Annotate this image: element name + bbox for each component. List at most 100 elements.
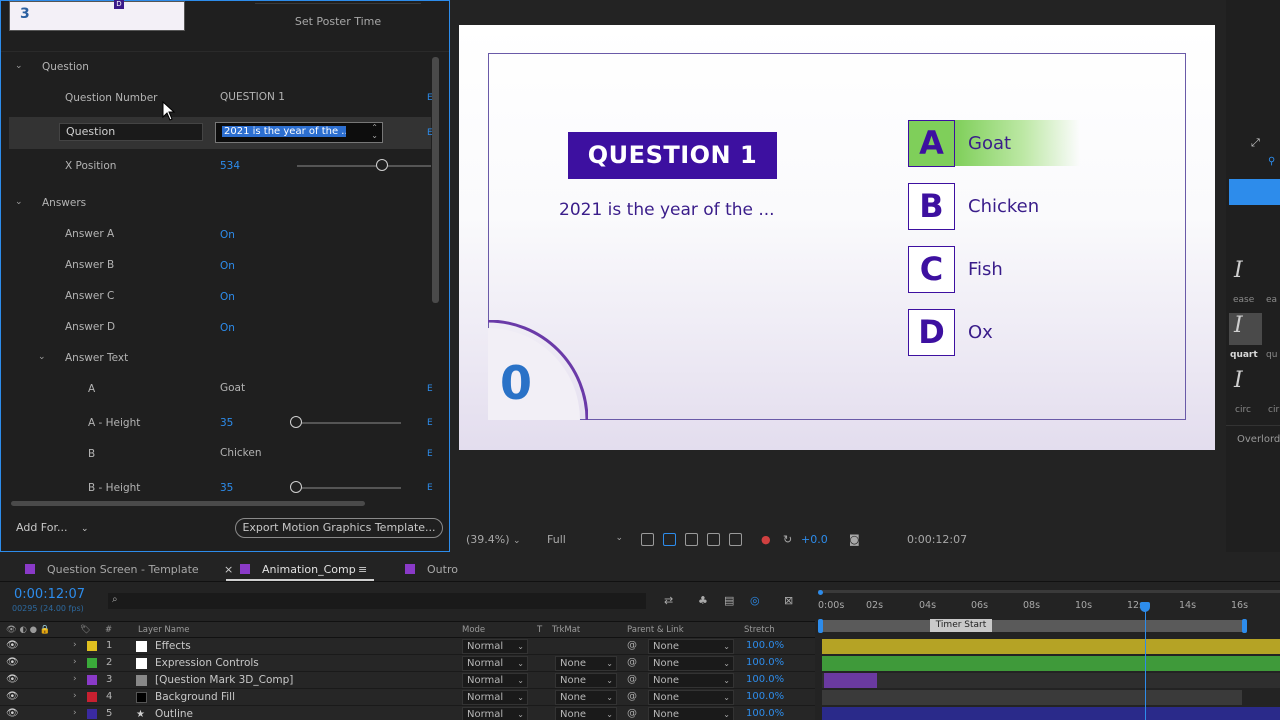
twirl-right-icon[interactable]: › <box>73 657 77 667</box>
layer-row[interactable]: 👁 › 5 ★ Outline Normal ⌄ None ⌄ @ None ⌄ 10… <box>0 706 815 720</box>
mode-dropdown[interactable]: Normal ⌄ <box>462 673 528 688</box>
stretch-value[interactable]: 100.0% <box>746 657 784 668</box>
spin-arrows-icon[interactable]: ⌃ ⌄ <box>371 124 378 140</box>
stretch-column[interactable]: Stretch <box>744 625 775 635</box>
label-color-swatch[interactable] <box>87 658 97 668</box>
layer-bar-expression-controls[interactable] <box>822 656 1280 671</box>
tab-outro[interactable]: Outro <box>427 563 458 576</box>
question-number-field[interactable]: QUESTION 1 <box>220 91 285 103</box>
b-height-slider-knob[interactable] <box>290 481 302 493</box>
eye-icon[interactable]: 👁 <box>6 691 19 702</box>
tab-question-screen-template[interactable]: Question Screen - Template <box>47 563 199 576</box>
layer-bar-background-fill[interactable] <box>822 690 1242 705</box>
trkmat-dropdown[interactable]: None ⌄ <box>555 673 617 688</box>
label-color-swatch[interactable] <box>87 692 97 702</box>
twirl-right-icon[interactable]: › <box>73 691 77 701</box>
poster-thumbnail[interactable]: 3 D <box>9 0 185 31</box>
navigator-bar[interactable] <box>818 590 1280 593</box>
layer-row[interactable]: 👁 › 4 Background Fill Normal ⌄ None ⌄ @ No… <box>0 689 815 706</box>
eye-icon[interactable]: 👁 <box>6 657 19 668</box>
close-tab-icon[interactable]: × <box>224 563 233 576</box>
stretch-value[interactable]: 100.0% <box>746 691 784 702</box>
trkmat-dropdown[interactable]: None ⌄ <box>555 707 617 720</box>
answer-b-toggle[interactable]: On <box>220 260 235 272</box>
twirl-down-icon[interactable]: ⌄ <box>38 352 46 362</box>
timeline-timecode[interactable]: 0:00:12:07 <box>14 587 85 602</box>
parent-link-column[interactable]: Parent & Link <box>627 625 684 635</box>
x-position-slider-track[interactable] <box>297 165 431 167</box>
stretch-value[interactable]: 100.0% <box>746 674 784 685</box>
mode-dropdown[interactable]: Normal ⌄ <box>462 707 528 720</box>
pickwhip-icon[interactable]: @ <box>627 691 637 702</box>
layer-name[interactable]: Expression Controls <box>155 657 259 669</box>
layer-bar-effects[interactable] <box>822 639 1280 654</box>
parent-dropdown[interactable]: None ⌄ <box>648 690 734 705</box>
a-height-slider-track[interactable] <box>291 422 401 424</box>
work-area-start-handle[interactable] <box>818 619 823 633</box>
layer-name[interactable]: Background Fill <box>155 691 235 703</box>
label-column-icon[interactable]: 🏷 <box>80 625 91 635</box>
export-motion-graphics-template-button[interactable]: Export Motion Graphics Template... <box>235 518 443 538</box>
question-text-input[interactable]: 2021 is the year of the ... ⌃ ⌄ <box>215 122 383 143</box>
layer-bar-question-mark[interactable] <box>824 673 877 688</box>
work-area-bar[interactable] <box>820 620 1246 632</box>
a-height-value[interactable]: 35 <box>220 417 233 429</box>
b-text-field[interactable]: Chicken <box>220 447 262 459</box>
eye-icon[interactable]: 👁 <box>6 708 19 719</box>
zoom-dropdown[interactable]: (39.4%) ⌄ <box>466 533 521 546</box>
motion-blur-icon[interactable]: ◎ <box>750 594 760 607</box>
eye-icon[interactable]: 👁 <box>6 674 19 685</box>
label-color-swatch[interactable] <box>87 675 97 685</box>
trkmat-dropdown[interactable]: None ⌄ <box>555 656 617 671</box>
snapshot-icon[interactable]: ◙ <box>849 533 860 546</box>
label-color-swatch[interactable] <box>87 709 97 719</box>
twirl-down-icon[interactable]: ⌄ <box>15 197 23 207</box>
tab-menu-icon[interactable]: ≡ <box>358 563 367 576</box>
stretch-value[interactable]: 100.0% <box>746 640 784 651</box>
time-ruler[interactable]: 0:00s 02s 04s 06s 08s 10s 12s 14s 16s <box>818 596 1280 618</box>
add-formatting-dropdown[interactable]: Add For... ⌄ <box>16 521 89 534</box>
mask-visibility-icon[interactable] <box>685 533 698 546</box>
link-icon[interactable]: ⚲ <box>1268 156 1275 167</box>
horizontal-scrollbar[interactable] <box>11 501 365 506</box>
parent-dropdown[interactable]: None ⌄ <box>648 656 734 671</box>
quart-curve-icon[interactable]: I <box>1234 313 1243 338</box>
layer-row[interactable]: 👁 › 1 Effects Normal ⌄ @ None ⌄ 100.0% <box>0 638 815 655</box>
expand-icon[interactable]: ⤢ <box>1251 136 1260 150</box>
label-color-swatch[interactable] <box>87 641 97 651</box>
answer-c-toggle[interactable]: On <box>220 291 235 303</box>
mode-column[interactable]: Mode <box>462 625 485 635</box>
answer-d-toggle[interactable]: On <box>220 322 235 334</box>
fast-previews-icon[interactable] <box>641 533 654 546</box>
graph-editor-icon[interactable]: ⊠ <box>784 594 793 607</box>
stretch-value[interactable]: 100.0% <box>746 708 784 719</box>
tab-animation-comp[interactable]: Animation_Comp <box>262 563 356 576</box>
mode-dropdown[interactable]: Normal ⌄ <box>462 690 528 705</box>
a-text-field[interactable]: Goat <box>220 382 245 394</box>
channels-icon[interactable]: ● <box>761 533 771 546</box>
parent-dropdown[interactable]: None ⌄ <box>648 673 734 688</box>
twirl-right-icon[interactable]: › <box>73 674 77 684</box>
parent-dropdown[interactable]: None ⌄ <box>648 639 734 654</box>
layer-search-input[interactable]: ⌕ <box>108 593 646 609</box>
pickwhip-icon[interactable]: @ <box>627 674 637 685</box>
navigator-start-handle[interactable] <box>818 590 823 595</box>
eye-icon[interactable]: 👁 <box>6 640 19 651</box>
answer-a-toggle[interactable]: On <box>220 229 235 241</box>
apply-easing-button[interactable] <box>1229 179 1280 205</box>
parent-dropdown[interactable]: None ⌄ <box>648 707 734 720</box>
b-height-slider-track[interactable] <box>291 487 401 489</box>
set-poster-time-button[interactable]: Set Poster Time <box>255 12 421 32</box>
pickwhip-icon[interactable]: @ <box>627 708 637 719</box>
playhead-handle[interactable] <box>1140 602 1150 612</box>
timer-start-marker[interactable]: Timer Start <box>930 619 992 632</box>
pickwhip-icon[interactable]: @ <box>627 657 637 668</box>
trkmat-dropdown[interactable]: None ⌄ <box>555 690 617 705</box>
twirl-right-icon[interactable]: › <box>73 640 77 650</box>
circ-curve-icon[interactable]: I <box>1234 368 1243 393</box>
trkmat-column[interactable]: TrkMat <box>552 625 580 635</box>
mode-dropdown[interactable]: Normal ⌄ <box>462 656 528 671</box>
question-label-field[interactable]: Question <box>59 123 203 141</box>
layer-name[interactable]: Outline <box>155 708 193 720</box>
x-position-value[interactable]: 534 <box>220 160 240 172</box>
